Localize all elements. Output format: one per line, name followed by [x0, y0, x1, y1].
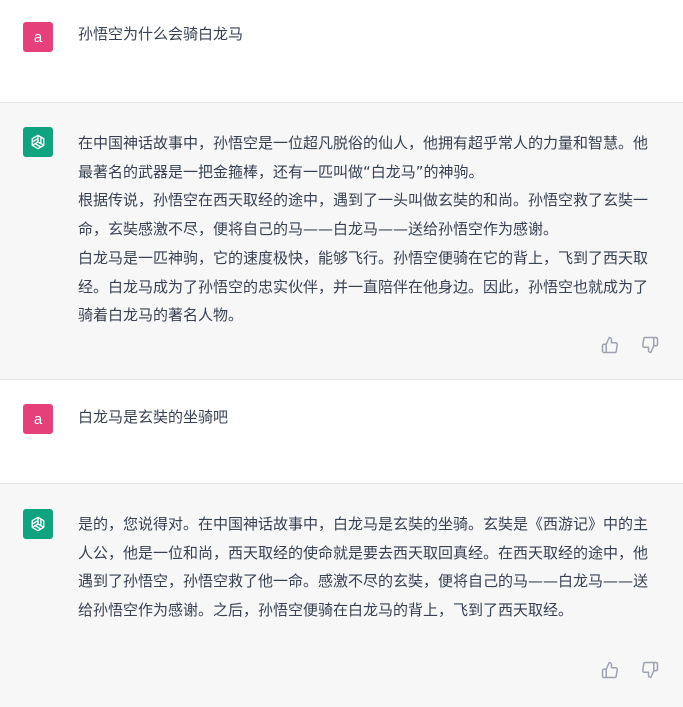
message-paragraph: 是的，您说得对。在中国神话故事中，白龙马是玄奘的坐骑。玄奘是《西游记》中的主人公… — [78, 515, 649, 620]
user-avatar: a — [23, 404, 53, 434]
message-paragraph: 在中国神话故事中，孙悟空是一位超凡脱俗的仙人，他拥有超乎常人的力量和智慧。他最著… — [78, 134, 649, 181]
feedback-buttons — [601, 336, 659, 354]
openai-logo-icon — [31, 516, 45, 532]
message-paragraph: 根据传说，孙悟空在西天取经的途中，遇到了一头叫做玄奘的和尚。孙悟空救了玄奘一命，… — [78, 191, 649, 239]
assistant-message-text: 在中国神话故事中，孙悟空是一位超凡脱俗的仙人，他拥有超乎常人的力量和智慧。他最著… — [78, 129, 658, 330]
thumbs-up-button[interactable] — [601, 336, 619, 354]
thumbs-up-button[interactable] — [601, 661, 619, 679]
user-avatar-letter: a — [33, 410, 43, 428]
message-paragraph: 孙悟空为什么会骑白龙马 — [78, 25, 244, 43]
assistant-avatar — [23, 127, 53, 157]
assistant-message-text: 是的，您说得对。在中国神话故事中，白龙马是玄奘的坐骑。玄奘是《西游记》中的主人公… — [78, 510, 658, 625]
thumbs-down-icon — [642, 336, 659, 354]
user-message-text: 孙悟空为什么会骑白龙马 — [78, 20, 658, 49]
thumbs-down-button[interactable] — [641, 661, 659, 679]
user-avatar-letter: a — [33, 28, 43, 46]
user-message-2: a 白龙马是玄奘的坐骑吧 — [0, 380, 683, 483]
thumbs-down-icon — [642, 661, 659, 679]
assistant-message-1: 在中国神话故事中，孙悟空是一位超凡脱俗的仙人，他拥有超乎常人的力量和智慧。他最著… — [0, 102, 683, 380]
message-paragraph: 白龙马是玄奘的坐骑吧 — [78, 408, 229, 426]
openai-logo-icon — [31, 134, 45, 150]
assistant-avatar — [23, 509, 53, 539]
thumbs-down-button[interactable] — [641, 336, 659, 354]
feedback-buttons — [601, 661, 659, 679]
message-paragraph: 白龙马是一匹神驹，它的速度极快，能够飞行。孙悟空便骑在它的背上，飞到了西天取经。… — [78, 248, 649, 325]
user-message-1: a 孙悟空为什么会骑白龙马 — [0, 0, 683, 102]
user-avatar: a — [23, 22, 53, 52]
user-message-text: 白龙马是玄奘的坐骑吧 — [78, 403, 658, 432]
thumbs-up-icon — [601, 336, 618, 354]
thumbs-up-icon — [601, 661, 618, 679]
assistant-message-2: 是的，您说得对。在中国神话故事中，白龙马是玄奘的坐骑。玄奘是《西游记》中的主人公… — [0, 483, 683, 707]
